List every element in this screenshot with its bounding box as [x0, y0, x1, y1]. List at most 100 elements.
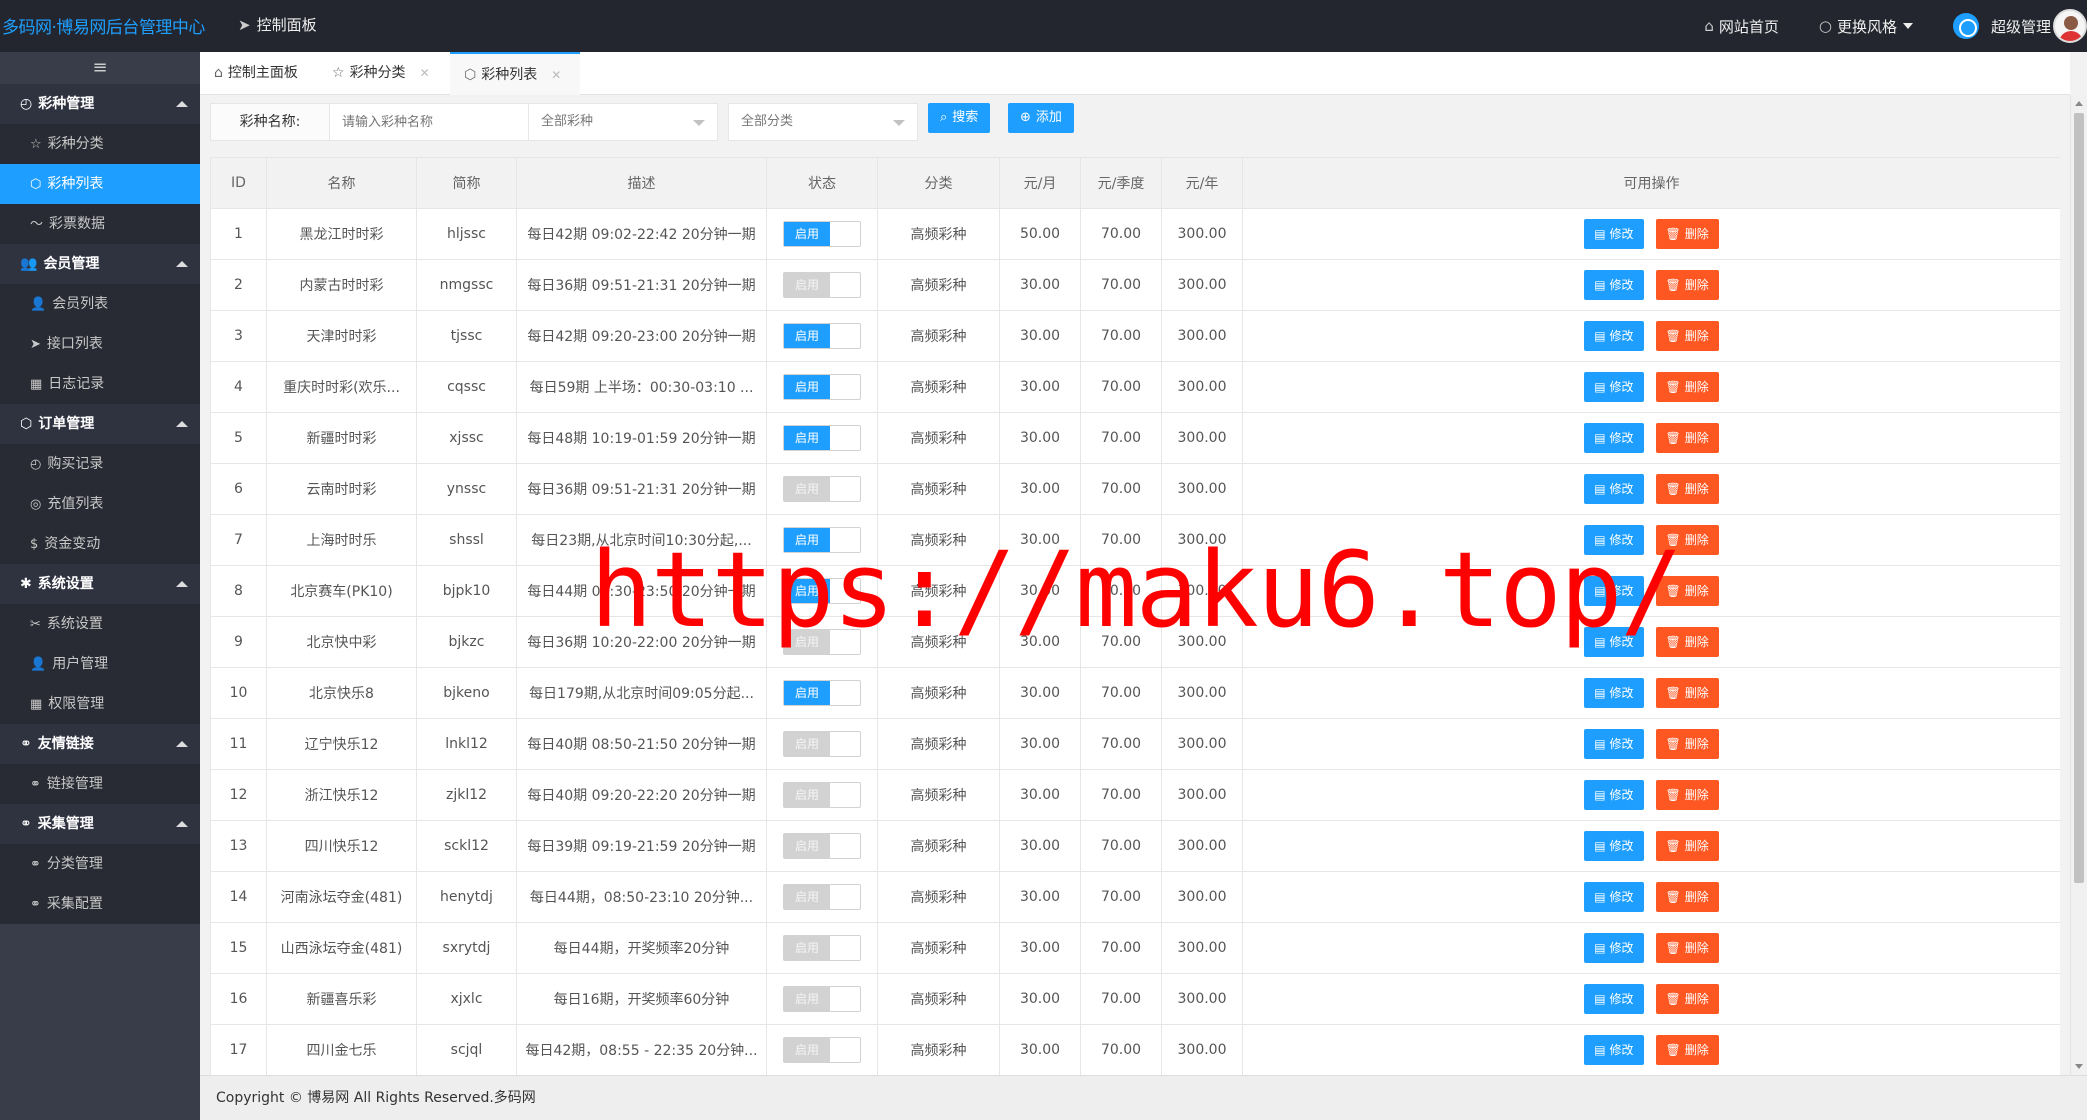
status-toggle[interactable]: 启用	[783, 221, 861, 247]
tab-dashboard[interactable]: ⌂ 控制主面板	[200, 52, 316, 95]
sidebar-item[interactable]: ▦ 日志记录	[0, 364, 200, 404]
home-icon: ⌂	[214, 65, 223, 81]
tab-lottery-list[interactable]: ⬡ 彩种列表 ✕	[450, 52, 580, 95]
edit-button[interactable]: ▤ 修改	[1584, 1035, 1644, 1065]
delete-button[interactable]: 🗑 删除	[1655, 423, 1719, 453]
status-toggle[interactable]: 启用	[783, 782, 861, 808]
edit-button[interactable]: ▤ 修改	[1584, 882, 1644, 912]
status-toggle[interactable]: 启用	[783, 1037, 861, 1063]
col-header-short[interactable]: 简称	[416, 157, 517, 209]
delete-button[interactable]: 🗑 删除	[1655, 831, 1719, 861]
edit-button[interactable]: ▤ 修改	[1584, 729, 1644, 759]
sidebar-item[interactable]: ⬡ 彩种列表	[0, 164, 200, 204]
edit-button[interactable]: ▤ 修改	[1584, 372, 1644, 402]
status-toggle[interactable]: 启用	[783, 323, 861, 349]
col-header-quarter[interactable]: 元/季度	[1080, 157, 1162, 209]
status-toggle[interactable]: 启用	[783, 374, 861, 400]
sidebar-item[interactable]: ⚭ 采集配置	[0, 884, 200, 924]
add-button[interactable]: ⊕ 添加	[1008, 103, 1074, 133]
sidebar-toggle-icon[interactable]: ≡	[0, 52, 200, 84]
avatar[interactable]	[2053, 9, 2087, 43]
status-toggle[interactable]: 启用	[783, 425, 861, 451]
delete-button[interactable]: 🗑 删除	[1655, 474, 1719, 504]
edit-button[interactable]: ▤ 修改	[1584, 219, 1644, 249]
sidebar-group-0[interactable]: ◴ 彩种管理	[0, 84, 200, 124]
col-header-year[interactable]: 元/年	[1161, 157, 1243, 209]
edit-button[interactable]: ▤ 修改	[1584, 984, 1644, 1014]
delete-button[interactable]: 🗑 删除	[1655, 1035, 1719, 1065]
edit-button[interactable]: ▤ 修改	[1584, 321, 1644, 351]
status-toggle[interactable]: 启用	[783, 935, 861, 961]
status-toggle[interactable]: 启用	[783, 884, 861, 910]
col-header-month[interactable]: 元/月	[999, 157, 1081, 209]
sidebar-item[interactable]: ▦ 权限管理	[0, 684, 200, 724]
sidebar-group-4[interactable]: ⚭ 友情链接	[0, 724, 200, 764]
cell-short: scjql	[416, 1024, 517, 1075]
scroll-down-icon[interactable]	[2075, 1064, 2083, 1069]
sidebar-group-2[interactable]: ⬡ 订单管理	[0, 404, 200, 444]
sidebar-item[interactable]: ⚭ 链接管理	[0, 764, 200, 804]
category-select[interactable]: 全部分类	[728, 103, 918, 141]
change-style-menu[interactable]: ○ 更换风格	[1819, 16, 1913, 37]
user-menu[interactable]: 超级管理	[1952, 13, 2051, 39]
edit-button[interactable]: ▤ 修改	[1584, 780, 1644, 810]
col-header-status[interactable]: 状态	[766, 157, 878, 209]
status-toggle[interactable]: 启用	[783, 680, 861, 706]
sidebar-item[interactable]: 👤 用户管理	[0, 644, 200, 684]
status-toggle[interactable]: 启用	[783, 476, 861, 502]
edit-button[interactable]: ▤ 修改	[1584, 270, 1644, 300]
delete-button[interactable]: 🗑 删除	[1655, 882, 1719, 912]
sidebar-item[interactable]: ☆ 彩种分类	[0, 124, 200, 164]
col-header-id[interactable]: ID	[210, 157, 267, 209]
sidebar-item[interactable]: 〜彩票数据	[0, 204, 200, 244]
status-toggle[interactable]: 启用	[783, 833, 861, 859]
delete-button[interactable]: 🗑 删除	[1655, 729, 1719, 759]
sidebar-item[interactable]: 👤 会员列表	[0, 284, 200, 324]
edit-button[interactable]: ▤ 修改	[1584, 678, 1644, 708]
search-button[interactable]: ⌕ 搜索	[928, 103, 991, 133]
sidebar-group-1[interactable]: 👥 会员管理	[0, 244, 200, 284]
edit-button[interactable]: ▤ 修改	[1584, 831, 1644, 861]
sidebar-item[interactable]: $ 资金变动	[0, 524, 200, 564]
sidebar-item[interactable]: ◎ 充值列表	[0, 484, 200, 524]
tab-lottery-category[interactable]: ☆ 彩种分类 ✕	[318, 52, 448, 95]
status-toggle[interactable]: 启用	[783, 986, 861, 1012]
cell-id: 13	[210, 820, 267, 872]
col-header-desc[interactable]: 描述	[516, 157, 767, 209]
close-icon[interactable]: ✕	[551, 68, 561, 82]
sidebar-group-5[interactable]: ⚭ 采集管理	[0, 804, 200, 844]
sidebar-item[interactable]: ⚭ 分类管理	[0, 844, 200, 884]
cell-id: 7	[210, 514, 267, 566]
lottery-select[interactable]: 全部彩种	[528, 103, 718, 141]
close-icon[interactable]: ✕	[420, 66, 430, 80]
scrollbar-thumb[interactable]	[2074, 113, 2084, 883]
scroll-up-icon[interactable]	[2075, 101, 2083, 106]
status-toggle[interactable]: 启用	[783, 272, 861, 298]
app-logo[interactable]: 多码网·博易网后台管理中心	[0, 0, 205, 52]
delete-button[interactable]: 🗑 删除	[1655, 984, 1719, 1014]
edit-button[interactable]: ▤ 修改	[1584, 423, 1644, 453]
sidebar-group-3[interactable]: ✱ 系统设置	[0, 564, 200, 604]
delete-button[interactable]: 🗑 删除	[1655, 372, 1719, 402]
delete-button[interactable]: 🗑 删除	[1655, 270, 1719, 300]
sidebar-item[interactable]: ✂ 系统设置	[0, 604, 200, 644]
delete-button[interactable]: 🗑 删除	[1655, 219, 1719, 249]
sidebar-item[interactable]: ➤ 接口列表	[0, 324, 200, 364]
delete-button[interactable]: 🗑 删除	[1655, 321, 1719, 351]
edit-button-label: 修改	[1609, 482, 1634, 496]
status-toggle-label: 启用	[784, 681, 830, 705]
table-row: 16 新疆喜乐彩 xjxlc 每日16期，开奖频率60分钟 启用 高频彩种 30.00 70.…	[210, 973, 2060, 1025]
col-header-category[interactable]: 分类	[877, 157, 1000, 209]
edit-button[interactable]: ▤ 修改	[1584, 933, 1644, 963]
sidebar-item[interactable]: ◴ 购买记录	[0, 444, 200, 484]
dashboard-link[interactable]: ➤ 控制面板	[238, 0, 317, 52]
edit-button[interactable]: ▤ 修改	[1584, 474, 1644, 504]
page-scrollbar[interactable]	[2070, 95, 2087, 1075]
status-toggle[interactable]: 启用	[783, 731, 861, 757]
delete-button[interactable]: 🗑 删除	[1655, 933, 1719, 963]
site-home-link[interactable]: ⌂ 网站首页	[1704, 16, 1779, 37]
delete-button[interactable]: 🗑 删除	[1655, 678, 1719, 708]
name-search-input[interactable]	[329, 103, 529, 141]
delete-button[interactable]: 🗑 删除	[1655, 780, 1719, 810]
col-header-name[interactable]: 名称	[266, 157, 417, 209]
